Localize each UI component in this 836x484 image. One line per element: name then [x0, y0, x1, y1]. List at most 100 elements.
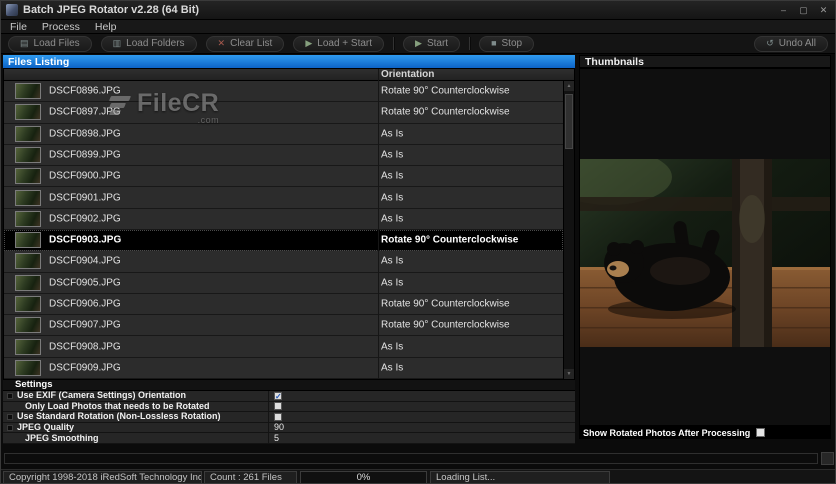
- tree-node-icon[interactable]: [7, 392, 13, 399]
- scroll-down-button[interactable]: ▼: [564, 369, 574, 379]
- load-folders-label: Load Folders: [126, 38, 185, 49]
- file-row[interactable]: DSCF0897.JPG Rotate 90° Counterclockwise: [4, 102, 563, 124]
- setting-row: JPEG Smoothing 5: [3, 433, 575, 444]
- stop-button[interactable]: ■ Stop: [479, 35, 535, 52]
- setting-value-cell: [268, 401, 388, 412]
- file-thumbnail-icon: [15, 232, 41, 249]
- toolbar-separator: [469, 37, 471, 50]
- status-message: Loading List...: [430, 471, 610, 483]
- setting-checkbox[interactable]: ✓: [274, 391, 282, 400]
- file-name: DSCF0896.JPG: [49, 85, 121, 97]
- file-thumbnail-icon: [15, 359, 41, 376]
- tree-node-icon[interactable]: [7, 424, 13, 431]
- setting-row: JPEG Quality 90: [3, 423, 575, 434]
- menu-file[interactable]: File: [10, 21, 27, 33]
- column-divider: [378, 69, 379, 379]
- load-start-button[interactable]: ▶ Load + Start: [293, 35, 385, 52]
- app-icon: [6, 4, 18, 16]
- files-table-body: DSCF0896.JPG Rotate 90° Counterclockwise D…: [4, 81, 563, 379]
- file-thumbnail-icon: [15, 274, 41, 291]
- files-listing-title: Files Listing: [8, 55, 70, 68]
- file-thumbnail-icon: [15, 83, 41, 100]
- load-folders-button[interactable]: ▥ Load Folders: [100, 35, 197, 52]
- setting-value-cell: ✓: [268, 391, 388, 401]
- vertical-scrollbar[interactable]: ▲ ▼: [563, 81, 574, 379]
- setting-label: JPEG Quality: [17, 422, 75, 433]
- file-row[interactable]: DSCF0909.JPG As Is: [4, 357, 563, 379]
- file-orientation: Rotate 90° Counterclockwise: [381, 319, 510, 331]
- toolbar-separator: [393, 37, 395, 50]
- file-thumbnail-icon: [15, 146, 41, 163]
- file-name: DSCF0901.JPG: [49, 192, 121, 204]
- file-orientation: Rotate 90° Counterclockwise: [381, 106, 510, 118]
- close-button[interactable]: ✕: [817, 3, 830, 17]
- orientation-column-header[interactable]: Orientation: [381, 69, 434, 81]
- setting-checkbox[interactable]: [274, 412, 282, 421]
- thumbnails-header: Thumbnails: [579, 55, 831, 68]
- setting-label: Only Load Photos that needs to be Rotate…: [25, 400, 210, 411]
- progress-side-button[interactable]: [821, 452, 834, 465]
- file-orientation: As Is: [381, 213, 404, 225]
- setting-value-cell: 90: [268, 423, 388, 433]
- clear-list-icon: ✕: [217, 38, 226, 48]
- file-row[interactable]: DSCF0899.JPG As Is: [4, 144, 563, 167]
- file-name: DSCF0898.JPG: [49, 128, 121, 140]
- setting-value[interactable]: 5: [274, 433, 279, 443]
- file-orientation: As Is: [381, 192, 404, 204]
- file-thumbnail-icon: [15, 338, 41, 355]
- file-orientation: As Is: [381, 170, 404, 182]
- file-name: DSCF0903.JPG: [49, 234, 122, 246]
- file-thumbnail-icon: [15, 210, 41, 227]
- file-row[interactable]: DSCF0902.JPG As Is: [4, 208, 563, 230]
- file-orientation: As Is: [381, 149, 404, 161]
- file-row[interactable]: DSCF0898.JPG As Is: [4, 123, 563, 145]
- settings-section: Settings Use EXIF (Camera Settings) Orie…: [3, 380, 575, 444]
- file-thumbnail-icon: [15, 253, 41, 270]
- minimize-button[interactable]: –: [777, 3, 790, 17]
- setting-value[interactable]: 90: [274, 423, 284, 432]
- clear-list-button[interactable]: ✕ Clear List: [205, 35, 285, 52]
- start-button[interactable]: ▶ Start: [403, 35, 461, 52]
- toolbar: ▤ Load Files ▥ Load Folders ✕ Clear List…: [1, 34, 835, 54]
- stop-label: Stop: [501, 38, 523, 49]
- file-row[interactable]: DSCF0903.JPG Rotate 90° Counterclockwise: [4, 229, 563, 252]
- load-files-label: Load Files: [33, 38, 80, 49]
- undo-all-label: Undo All: [778, 38, 816, 49]
- file-orientation: As Is: [381, 255, 404, 267]
- file-row[interactable]: DSCF0908.JPG As Is: [4, 336, 563, 358]
- files-table: Orientation DSCF0896.JPG Rotate 90° Count…: [3, 68, 575, 380]
- preview-photo: [580, 159, 830, 347]
- file-row[interactable]: DSCF0900.JPG As Is: [4, 166, 563, 188]
- file-name: DSCF0897.JPG: [49, 106, 121, 118]
- load-files-button[interactable]: ▤ Load Files: [8, 35, 92, 52]
- maximize-button[interactable]: ▢: [797, 3, 810, 17]
- files-listing-header: Files Listing: [3, 55, 575, 68]
- undo-all-button[interactable]: ↺ Undo All: [754, 35, 828, 52]
- setting-checkbox[interactable]: [274, 402, 282, 411]
- stop-icon: ■: [491, 38, 497, 48]
- scroll-up-button[interactable]: ▲: [564, 81, 574, 91]
- file-row[interactable]: DSCF0907.JPG Rotate 90° Counterclockwise: [4, 315, 563, 337]
- file-row[interactable]: DSCF0904.JPG As Is: [4, 251, 563, 273]
- file-row[interactable]: DSCF0896.JPG Rotate 90° Counterclockwise: [4, 81, 563, 103]
- window-controls: – ▢ ✕: [777, 3, 830, 17]
- file-name: DSCF0899.JPG: [49, 149, 121, 161]
- menu-help[interactable]: Help: [95, 21, 117, 33]
- files-table-header: Orientation: [4, 69, 574, 81]
- setting-row: Use Standard Rotation (Non-Lossless Rota…: [3, 412, 575, 423]
- clear-list-label: Clear List: [230, 38, 273, 49]
- file-row[interactable]: DSCF0905.JPG As Is: [4, 272, 563, 294]
- load-start-label: Load + Start: [317, 38, 373, 49]
- statusbar: Copyright 1998-2018 iRedSoft Technology …: [1, 469, 835, 483]
- file-row[interactable]: DSCF0901.JPG As Is: [4, 187, 563, 209]
- tree-node-icon[interactable]: [7, 413, 13, 420]
- file-name: DSCF0900.JPG: [49, 170, 121, 182]
- load-files-icon: ▤: [20, 38, 29, 48]
- load-folders-icon: ▥: [112, 38, 122, 48]
- menu-process[interactable]: Process: [42, 21, 80, 33]
- file-row[interactable]: DSCF0906.JPG Rotate 90° Counterclockwise: [4, 293, 563, 316]
- load-start-icon: ▶: [305, 38, 313, 48]
- main-progress-bar: [4, 453, 818, 464]
- scrollbar-thumb[interactable]: [565, 94, 573, 149]
- show-rotated-checkbox[interactable]: [756, 428, 766, 437]
